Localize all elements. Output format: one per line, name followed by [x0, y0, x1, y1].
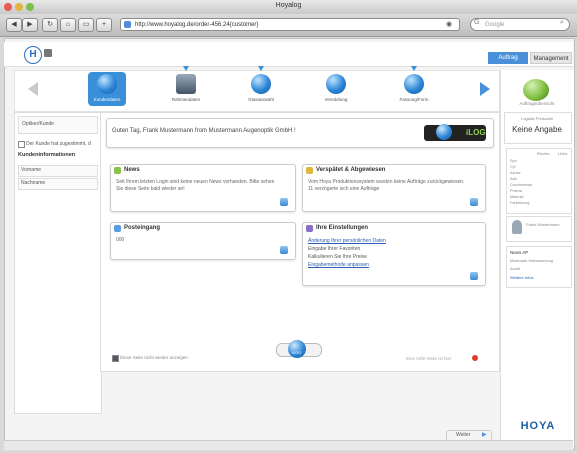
shape-icon — [404, 74, 424, 94]
step-label: Glasauswahl — [248, 97, 274, 102]
news-ap-sub: Auslfr. — [510, 266, 522, 271]
dont-show-checkbox[interactable] — [112, 355, 119, 362]
bookmark-icon: ▭ — [82, 21, 90, 28]
ilog-center-globe-icon[interactable] — [288, 340, 306, 358]
print-icon[interactable] — [44, 49, 52, 57]
col-header-left: Links — [558, 151, 568, 156]
inbox-icon — [114, 225, 121, 232]
browser-statusbar — [4, 440, 573, 450]
window-title: Hoyalog — [275, 2, 302, 9]
delayed-text: Vom Hoya Produktionssystem wurden keine … — [308, 179, 465, 192]
news-ap-title: News AP — [510, 250, 529, 255]
forward-button[interactable]: ▶ — [22, 18, 38, 32]
consent-label: Der Kunde hat zugestimmt, d — [26, 141, 91, 147]
step-marker-icon — [258, 66, 264, 71]
delayed-go-button[interactable] — [470, 198, 478, 206]
add-bookmark-button[interactable]: + — [96, 18, 112, 32]
settings-icon — [306, 225, 313, 232]
next-button-label: Weiter — [456, 432, 471, 438]
step-label: Kundendaten — [93, 97, 121, 102]
rss-icon[interactable]: ◉ — [446, 20, 452, 28]
warning-icon — [306, 167, 313, 174]
ilog-globe-icon — [436, 124, 452, 140]
settings-line-prices: Kalkulieren Sie Ihre Preise — [308, 254, 367, 260]
news-ap-text: Maximale Verbesserung — [510, 258, 553, 263]
dont-show-label: Diese Seite nicht wieder anzeigen — [120, 355, 188, 360]
hoya-logo[interactable]: H — [24, 46, 42, 64]
hoya-brand-logo: HOYA — [520, 420, 556, 432]
ilog-logo: iLOG — [466, 128, 486, 137]
status-value: Keine Angabe — [512, 125, 562, 134]
greeting-text: Guten Tag, Frank Mustermann from Musterm… — [112, 128, 296, 134]
plus-icon: + — [101, 21, 107, 28]
forward-arrow-icon: ▶ — [27, 21, 33, 28]
search-icon: ⌕ — [560, 19, 564, 26]
step-marker-icon — [411, 66, 417, 71]
step-label: Rahmendaten — [171, 97, 201, 102]
news-title: News — [124, 167, 140, 173]
settings-title: Ihre Einstellungen — [316, 225, 369, 231]
prescription-row-labels: Sph Cyl Achse Add Durchmesser Prisma Mat… — [510, 158, 533, 206]
next-arrow-icon: ▶ — [482, 432, 487, 438]
settings-go-button[interactable] — [470, 272, 478, 280]
help-link[interactable]: Eine Hilfe-Seite ist hier — [406, 356, 452, 361]
help-icon[interactable] — [472, 355, 478, 361]
bookmark-button[interactable]: ▭ — [78, 18, 94, 32]
lastname-label: Nachname — [21, 180, 46, 186]
col-header-right: Rechts — [537, 151, 550, 156]
step-veredelung[interactable]: Veredelung — [306, 74, 366, 102]
news-icon — [114, 167, 121, 174]
settings-link-input-method[interactable]: Eingabemethode anpassen — [308, 261, 369, 269]
step-rahmendaten[interactable]: Rahmendaten — [156, 74, 216, 102]
step-fassung-form[interactable]: Fassung/Form — [384, 74, 444, 102]
user-name: Frank Mustermann — [526, 222, 560, 227]
row-label: Farbtönung — [510, 201, 530, 205]
home-button[interactable]: ⌂ — [60, 18, 76, 32]
back-button[interactable]: ◀ — [6, 18, 22, 32]
news-text: Seit Ihrem letzten Login sind keine neue… — [116, 179, 275, 192]
search-input[interactable]: Google — [470, 18, 570, 31]
settings-link-personal-data[interactable]: Änderung Ihrer persönlichen Daten — [308, 237, 386, 245]
url-input[interactable]: http://www.hoyalog.de/order-456.24{custo… — [120, 18, 460, 31]
tab-management[interactable]: Management — [530, 52, 572, 64]
status-small-label: Logistik Preiswahl — [520, 116, 553, 121]
step-kundendaten[interactable]: Kundendaten — [77, 74, 137, 102]
consent-checkbox[interactable] — [18, 141, 25, 148]
step-label: Fassung/Form — [399, 97, 429, 102]
delayed-title: Verspätet & Abgewiesen — [316, 167, 386, 173]
news-ap-link[interactable]: Weitere Infos — [510, 275, 534, 280]
lens-icon — [251, 74, 271, 94]
reload-button[interactable]: ↻ — [42, 18, 58, 32]
news-go-button[interactable] — [280, 198, 288, 206]
google-icon: G — [474, 19, 480, 26]
tab-auftrag[interactable]: Auftrag — [488, 52, 528, 64]
customer-search-label: Optiker/Kunde — [22, 121, 54, 127]
coating-icon — [326, 74, 346, 94]
step-marker-icon — [183, 66, 189, 71]
previous-step-arrow-icon[interactable] — [28, 82, 38, 96]
frame-icon — [176, 74, 196, 94]
customer-globe-icon — [97, 74, 117, 94]
reload-icon: ↻ — [47, 21, 53, 28]
site-favicon-icon — [124, 21, 131, 28]
step-glasauswahl[interactable]: Glasauswahl — [231, 74, 291, 102]
customer-info-title: Kundeninformationen — [18, 152, 76, 158]
inbox-text: 000 — [116, 237, 125, 243]
next-step-arrow-icon[interactable] — [480, 82, 490, 96]
inbox-go-button[interactable] — [280, 246, 288, 254]
back-arrow-icon: ◀ — [11, 21, 17, 28]
settings-line-favorites: Eingabe Ihrer Favoriten — [308, 246, 361, 252]
home-icon: ⌂ — [65, 21, 71, 28]
order-overview-icon[interactable] — [523, 79, 549, 101]
user-avatar-icon — [512, 220, 522, 234]
step-label: Veredelung — [324, 97, 348, 102]
inbox-title: Posteingang — [124, 225, 161, 231]
ilog-center-label: iLOG — [292, 350, 302, 355]
order-overview-label: Auftragsübersicht — [519, 101, 555, 106]
firstname-label: Vorname — [21, 167, 42, 173]
